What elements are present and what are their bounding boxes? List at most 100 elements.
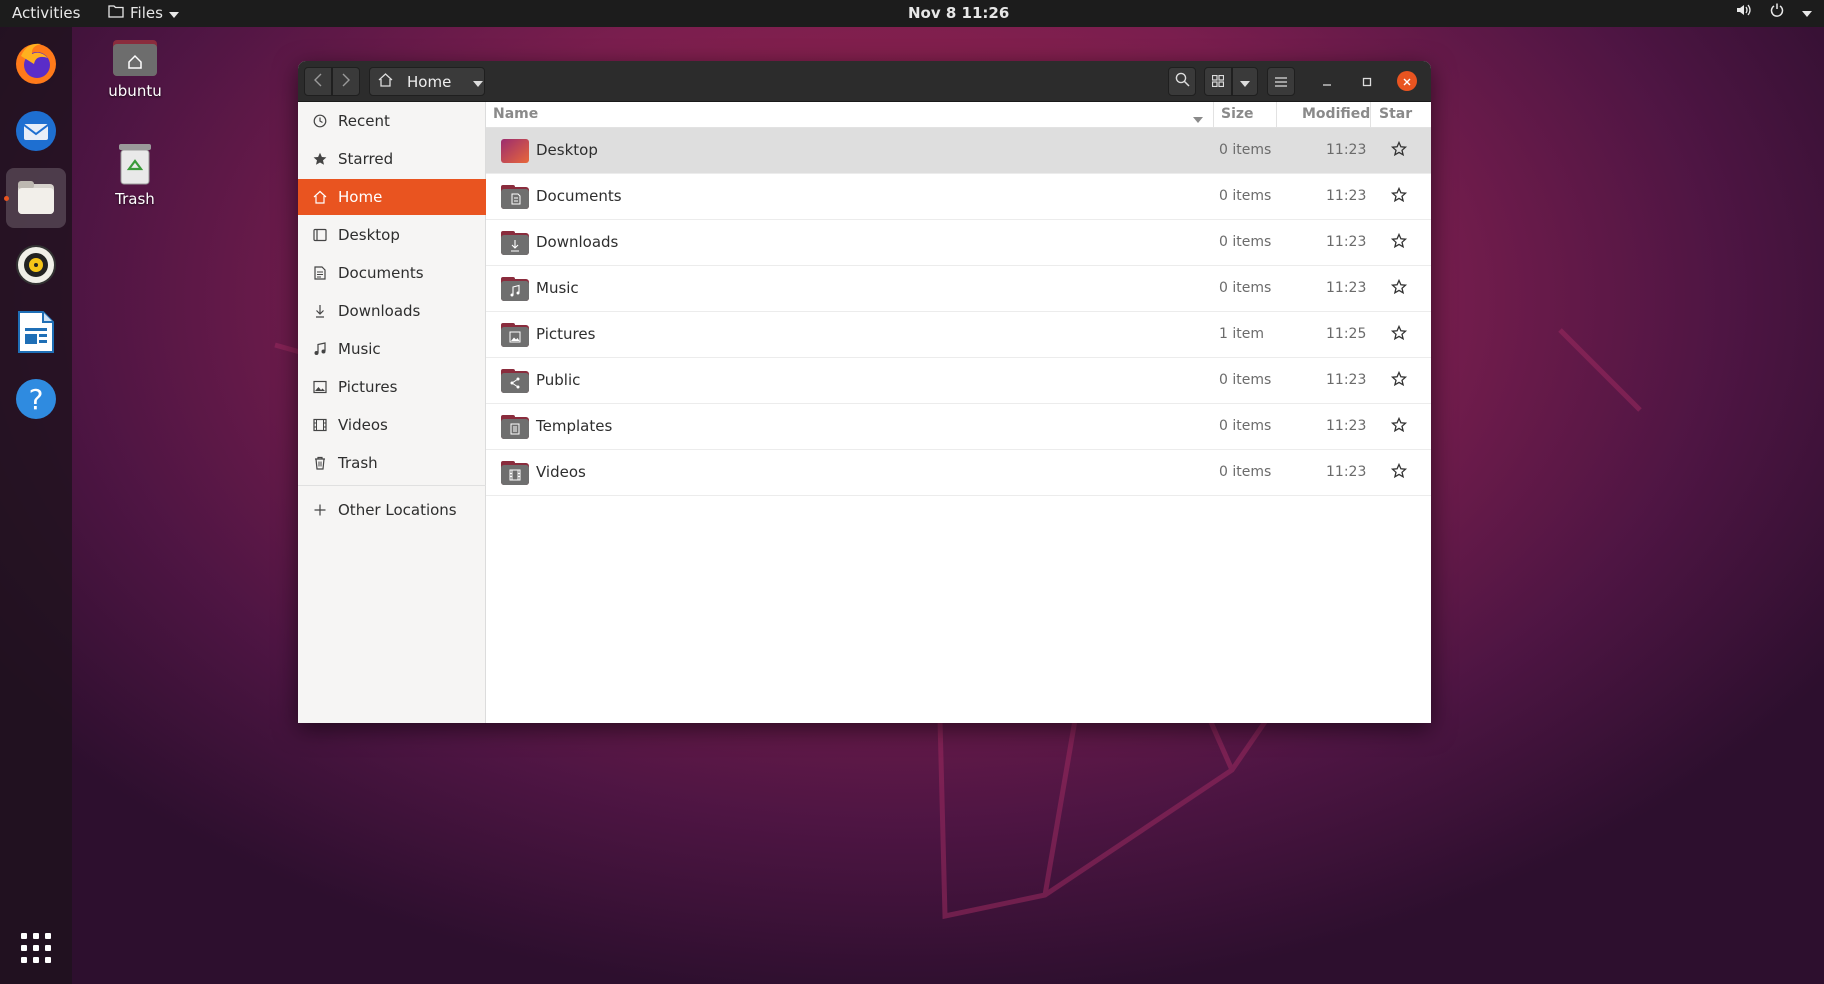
music-icon xyxy=(312,341,328,357)
sidebar-item-label: Downloads xyxy=(338,302,421,320)
app-menu-label: Files xyxy=(130,4,163,22)
files-icon[interactable] xyxy=(4,168,66,228)
table-row[interactable]: Pictures 1 item 11:25 xyxy=(486,312,1431,358)
file-name: Desktop xyxy=(536,141,598,159)
table-row[interactable]: Templates 0 items 11:23 xyxy=(486,404,1431,450)
column-divider xyxy=(1276,102,1277,128)
sidebar-item-documents[interactable]: Documents xyxy=(298,255,486,291)
sidebar-item-videos[interactable]: Videos xyxy=(298,407,486,443)
clock[interactable]: Nov 8 11:26 xyxy=(908,4,1009,22)
sidebar-item-label: Home xyxy=(338,188,383,206)
path-bar-home[interactable]: Home xyxy=(369,67,485,96)
star-outline-icon[interactable] xyxy=(1390,278,1408,296)
file-name: Downloads xyxy=(536,233,619,251)
star-outline-icon[interactable] xyxy=(1390,370,1408,388)
table-row[interactable]: Music 0 items 11:23 xyxy=(486,266,1431,312)
file-name: Public xyxy=(536,371,581,389)
file-size: 0 items xyxy=(1219,418,1272,434)
star-outline-icon[interactable] xyxy=(1390,232,1408,250)
star-outline-icon[interactable] xyxy=(1390,140,1408,158)
sort-descending-icon[interactable] xyxy=(1193,111,1203,127)
minimize-button[interactable] xyxy=(1313,67,1341,96)
download-icon xyxy=(312,303,328,319)
sidebar-item-trash[interactable]: Trash xyxy=(298,445,486,481)
chevron-right-icon xyxy=(342,73,350,91)
column-modified[interactable]: Modified xyxy=(1302,106,1370,122)
rhythmbox-icon[interactable] xyxy=(6,235,66,295)
volume-icon[interactable] xyxy=(1736,3,1752,21)
star-outline-icon[interactable] xyxy=(1390,462,1408,480)
sidebar-item-label: Recent xyxy=(338,112,390,130)
sidebar-item-music[interactable]: Music xyxy=(298,331,486,367)
file-modified: 11:23 xyxy=(1326,372,1367,388)
videos-folder-icon xyxy=(500,460,530,486)
thunderbird-icon[interactable] xyxy=(6,101,66,161)
table-row[interactable]: Downloads 0 items 11:23 xyxy=(486,220,1431,266)
sidebar-item-home[interactable]: Home xyxy=(298,179,486,215)
running-indicator xyxy=(4,196,9,201)
search-icon xyxy=(1175,72,1190,91)
path-label: Home xyxy=(407,72,452,91)
menu-button[interactable] xyxy=(1267,67,1295,96)
table-row[interactable]: Public 0 items 11:23 xyxy=(486,358,1431,404)
desktop-home-folder[interactable]: ubuntu xyxy=(90,36,180,100)
top-bar: Activities Files Nov 8 11:26 xyxy=(0,0,1824,27)
sidebar-item-starred[interactable]: Starred xyxy=(298,141,486,177)
forward-button[interactable] xyxy=(332,67,360,96)
table-row[interactable]: Desktop 0 items 11:23 xyxy=(486,128,1431,174)
sidebar-item-label: Trash xyxy=(338,454,378,472)
star-outline-icon[interactable] xyxy=(1390,186,1408,204)
trash-bin-icon xyxy=(115,144,155,190)
column-header: Name Size Modified Star xyxy=(486,102,1431,128)
table-row[interactable]: Videos 0 items 11:23 xyxy=(486,450,1431,496)
firefox-icon[interactable] xyxy=(6,33,66,93)
desktop-trash[interactable]: Trash xyxy=(90,142,180,208)
grid-view-button[interactable] xyxy=(1204,67,1232,96)
files-window: Home Recent Starred Home Desktop Documen… xyxy=(298,61,1431,723)
files-small-icon xyxy=(108,4,124,22)
sidebar-item-desktop[interactable]: Desktop xyxy=(298,217,486,253)
file-size: 0 items xyxy=(1219,142,1272,158)
chevron-down-icon[interactable] xyxy=(1802,3,1812,21)
column-name[interactable]: Name xyxy=(493,106,538,122)
sidebar-item-label: Starred xyxy=(338,150,394,168)
back-button[interactable] xyxy=(304,67,332,96)
table-row[interactable]: Documents 0 items 11:23 xyxy=(486,174,1431,220)
star-outline-icon[interactable] xyxy=(1390,416,1408,434)
maximize-button[interactable] xyxy=(1353,67,1381,96)
column-star[interactable]: Star xyxy=(1379,106,1412,122)
file-name: Videos xyxy=(536,463,586,481)
picture-icon xyxy=(312,379,328,395)
sidebar: Recent Starred Home Desktop Documents Do… xyxy=(298,102,486,723)
sidebar-item-other-locations[interactable]: Other Locations xyxy=(298,492,486,528)
file-modified: 11:23 xyxy=(1326,464,1367,480)
app-grid-icon[interactable] xyxy=(6,918,66,978)
sidebar-item-recent[interactable]: Recent xyxy=(298,103,486,139)
writer-icon[interactable] xyxy=(6,302,66,362)
sidebar-item-downloads[interactable]: Downloads xyxy=(298,293,486,329)
file-list: Name Size Modified Star Desktop 0 items … xyxy=(486,102,1431,723)
column-size[interactable]: Size xyxy=(1221,106,1254,122)
app-menu[interactable]: Files xyxy=(108,4,179,22)
close-button[interactable] xyxy=(1397,71,1417,91)
system-tray[interactable] xyxy=(1736,3,1812,21)
file-modified: 11:23 xyxy=(1326,234,1367,250)
sidebar-item-pictures[interactable]: Pictures xyxy=(298,369,486,405)
svg-text:?: ? xyxy=(29,383,44,416)
file-name: Music xyxy=(536,279,579,297)
home-folder-icon xyxy=(111,40,159,82)
sidebar-separator xyxy=(298,485,486,486)
file-modified: 11:23 xyxy=(1326,280,1367,296)
desktop-icon xyxy=(312,227,328,243)
file-size: 0 items xyxy=(1219,464,1272,480)
power-icon[interactable] xyxy=(1770,3,1784,21)
file-name: Documents xyxy=(536,187,622,205)
help-icon[interactable]: ? xyxy=(6,369,66,429)
sidebar-item-label: Music xyxy=(338,340,381,358)
view-options-button[interactable] xyxy=(1232,67,1258,96)
activities-button[interactable]: Activities xyxy=(12,4,80,22)
hamburger-icon xyxy=(1275,73,1287,91)
star-outline-icon[interactable] xyxy=(1390,324,1408,342)
plus-icon xyxy=(312,502,328,518)
search-button[interactable] xyxy=(1168,67,1196,96)
